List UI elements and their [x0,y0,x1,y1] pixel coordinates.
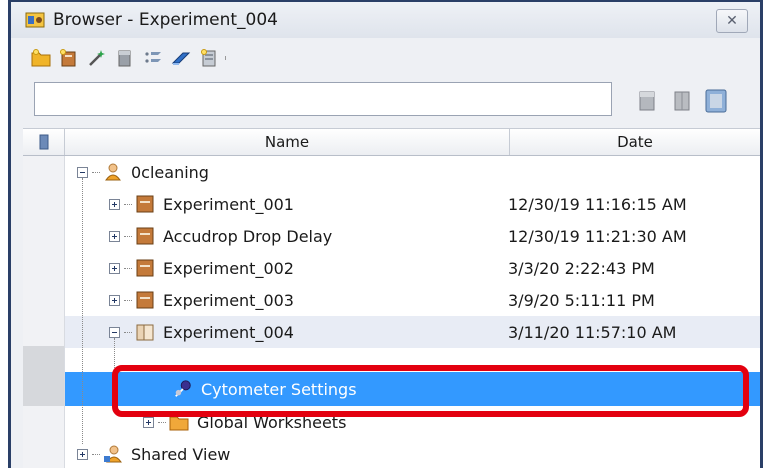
filter-button[interactable] [636,89,658,113]
search-row [11,78,760,128]
tree-row-cytometer-settings[interactable]: Cytometer Settings [65,372,760,406]
tree-row-date: 3/11/20 11:57:10 AM [508,322,677,342]
tree-connector [124,299,132,301]
new-experiment-button[interactable] [59,48,79,68]
sort-button[interactable] [705,89,727,113]
collapse-toggle[interactable] [109,326,120,338]
tree-row-date: 3/9/20 5:11:11 PM [508,290,655,310]
settings-wand-icon [89,50,105,66]
cytometer-settings-icon [173,379,193,399]
expand-toggle[interactable] [109,262,120,274]
window-title: Browser - Experiment_004 [53,10,279,30]
filter-specimen-icon [639,91,655,111]
shared-user-icon [103,444,123,464]
tree-row-label: Experiment_004 [163,322,294,342]
tree-row-experiment-004[interactable]: Experiment_004 3/11/20 11:57:10 AM [65,316,760,348]
expand-toggle[interactable] [77,448,88,460]
tree-row-label: Experiment_002 [163,258,294,278]
tree-row-label: Shared View [131,444,231,464]
experiment-icon [135,226,155,246]
tree-row-0cleaning[interactable]: 0cleaning [65,156,760,188]
expand-toggle[interactable] [109,230,120,242]
tree-connector [124,331,132,333]
table-header: Name Date [23,128,760,156]
row-gutter-selection [23,346,64,406]
column-chooser-icon [39,134,48,150]
tree-guide-line [114,338,115,408]
tree-row-experiment-002[interactable]: Experiment_002 3/3/20 2:22:43 PM [65,252,760,284]
tree-connector [158,421,166,423]
tree-row-label: Experiment_003 [163,290,294,310]
new-worksheet-icon [171,52,191,65]
collapse-toggle[interactable] [77,166,88,178]
user-icon [103,162,123,182]
close-button[interactable]: ✕ [716,9,748,33]
column-header-name[interactable]: Name [65,129,510,155]
tree-list: 0cleaning Experiment_001 12/30/19 11:16:… [65,156,760,468]
new-specimen-icon [118,50,131,67]
expand-toggle[interactable] [109,198,120,210]
row-gutter-header[interactable] [23,129,65,155]
search-input[interactable] [34,82,612,116]
tree-connector [92,171,100,173]
new-folder-icon [31,49,51,67]
new-experiment-icon [60,49,76,67]
column-header-date[interactable]: Date [510,129,760,155]
column-header-date-label: Date [617,133,653,151]
expand-toggle[interactable] [109,294,120,306]
global-worksheets-icon [169,412,189,432]
browser-window: Browser - Experiment_004 ✕ Name Date 0cl… [0,0,769,468]
tree-row-shared-view[interactable]: Shared View [65,438,760,468]
browser-app-icon [25,12,45,28]
experiment-open-icon [135,322,155,342]
column-header-name-label: Name [264,133,310,151]
close-icon: ✕ [726,13,738,29]
tree-connector [124,235,132,237]
tree-row-date: 12/30/19 11:21:30 AM [508,226,687,246]
tree-row-label: Experiment_001 [163,194,294,214]
new-tube-button[interactable] [143,48,163,68]
tree-row-date: 3/3/20 2:22:43 PM [508,258,655,278]
tree-connector [92,453,100,455]
tree-row-label: 0cleaning [131,162,209,182]
tree-row-experiment-003[interactable]: Experiment_003 3/9/20 5:11:11 PM [65,284,760,316]
new-worksheet-button[interactable] [171,48,191,68]
expand-toggle[interactable] [143,416,154,428]
sort-icon [705,89,727,113]
new-layout-button[interactable] [199,48,219,68]
cytometer-wand-button[interactable] [87,48,107,68]
tree-row-label: Accudrop Drop Delay [163,226,333,246]
tree-guide-line [82,178,83,444]
experiment-icon [135,194,155,214]
tree-row-global-worksheets[interactable]: Global Worksheets [65,406,760,438]
experiment-icon [135,258,155,278]
tree-row-experiment-001[interactable]: Experiment_001 12/30/19 11:16:15 AM [65,188,760,220]
new-layout-icon [201,49,216,67]
experiment-icon [135,290,155,310]
tree-row-label: Global Worksheets [197,412,347,432]
tree-connector [124,267,132,269]
tree-connector [124,203,132,205]
toolbar [11,38,760,78]
title-bar: Browser - Experiment_004 ✕ [11,2,760,38]
toolbar-separator [225,56,226,60]
new-folder-button[interactable] [31,48,51,68]
row-gutter [23,156,65,468]
tree-row-accudrop-drop-delay[interactable]: Accudrop Drop Delay 12/30/19 11:21:30 AM [65,220,760,252]
tree-row-label: Cytometer Settings [201,379,357,399]
columns-button[interactable] [671,89,693,113]
new-tube-icon [145,52,161,63]
new-specimen-button[interactable] [115,48,135,68]
columns-icon [674,91,690,111]
tree-row-date: 12/30/19 11:16:15 AM [508,194,687,214]
